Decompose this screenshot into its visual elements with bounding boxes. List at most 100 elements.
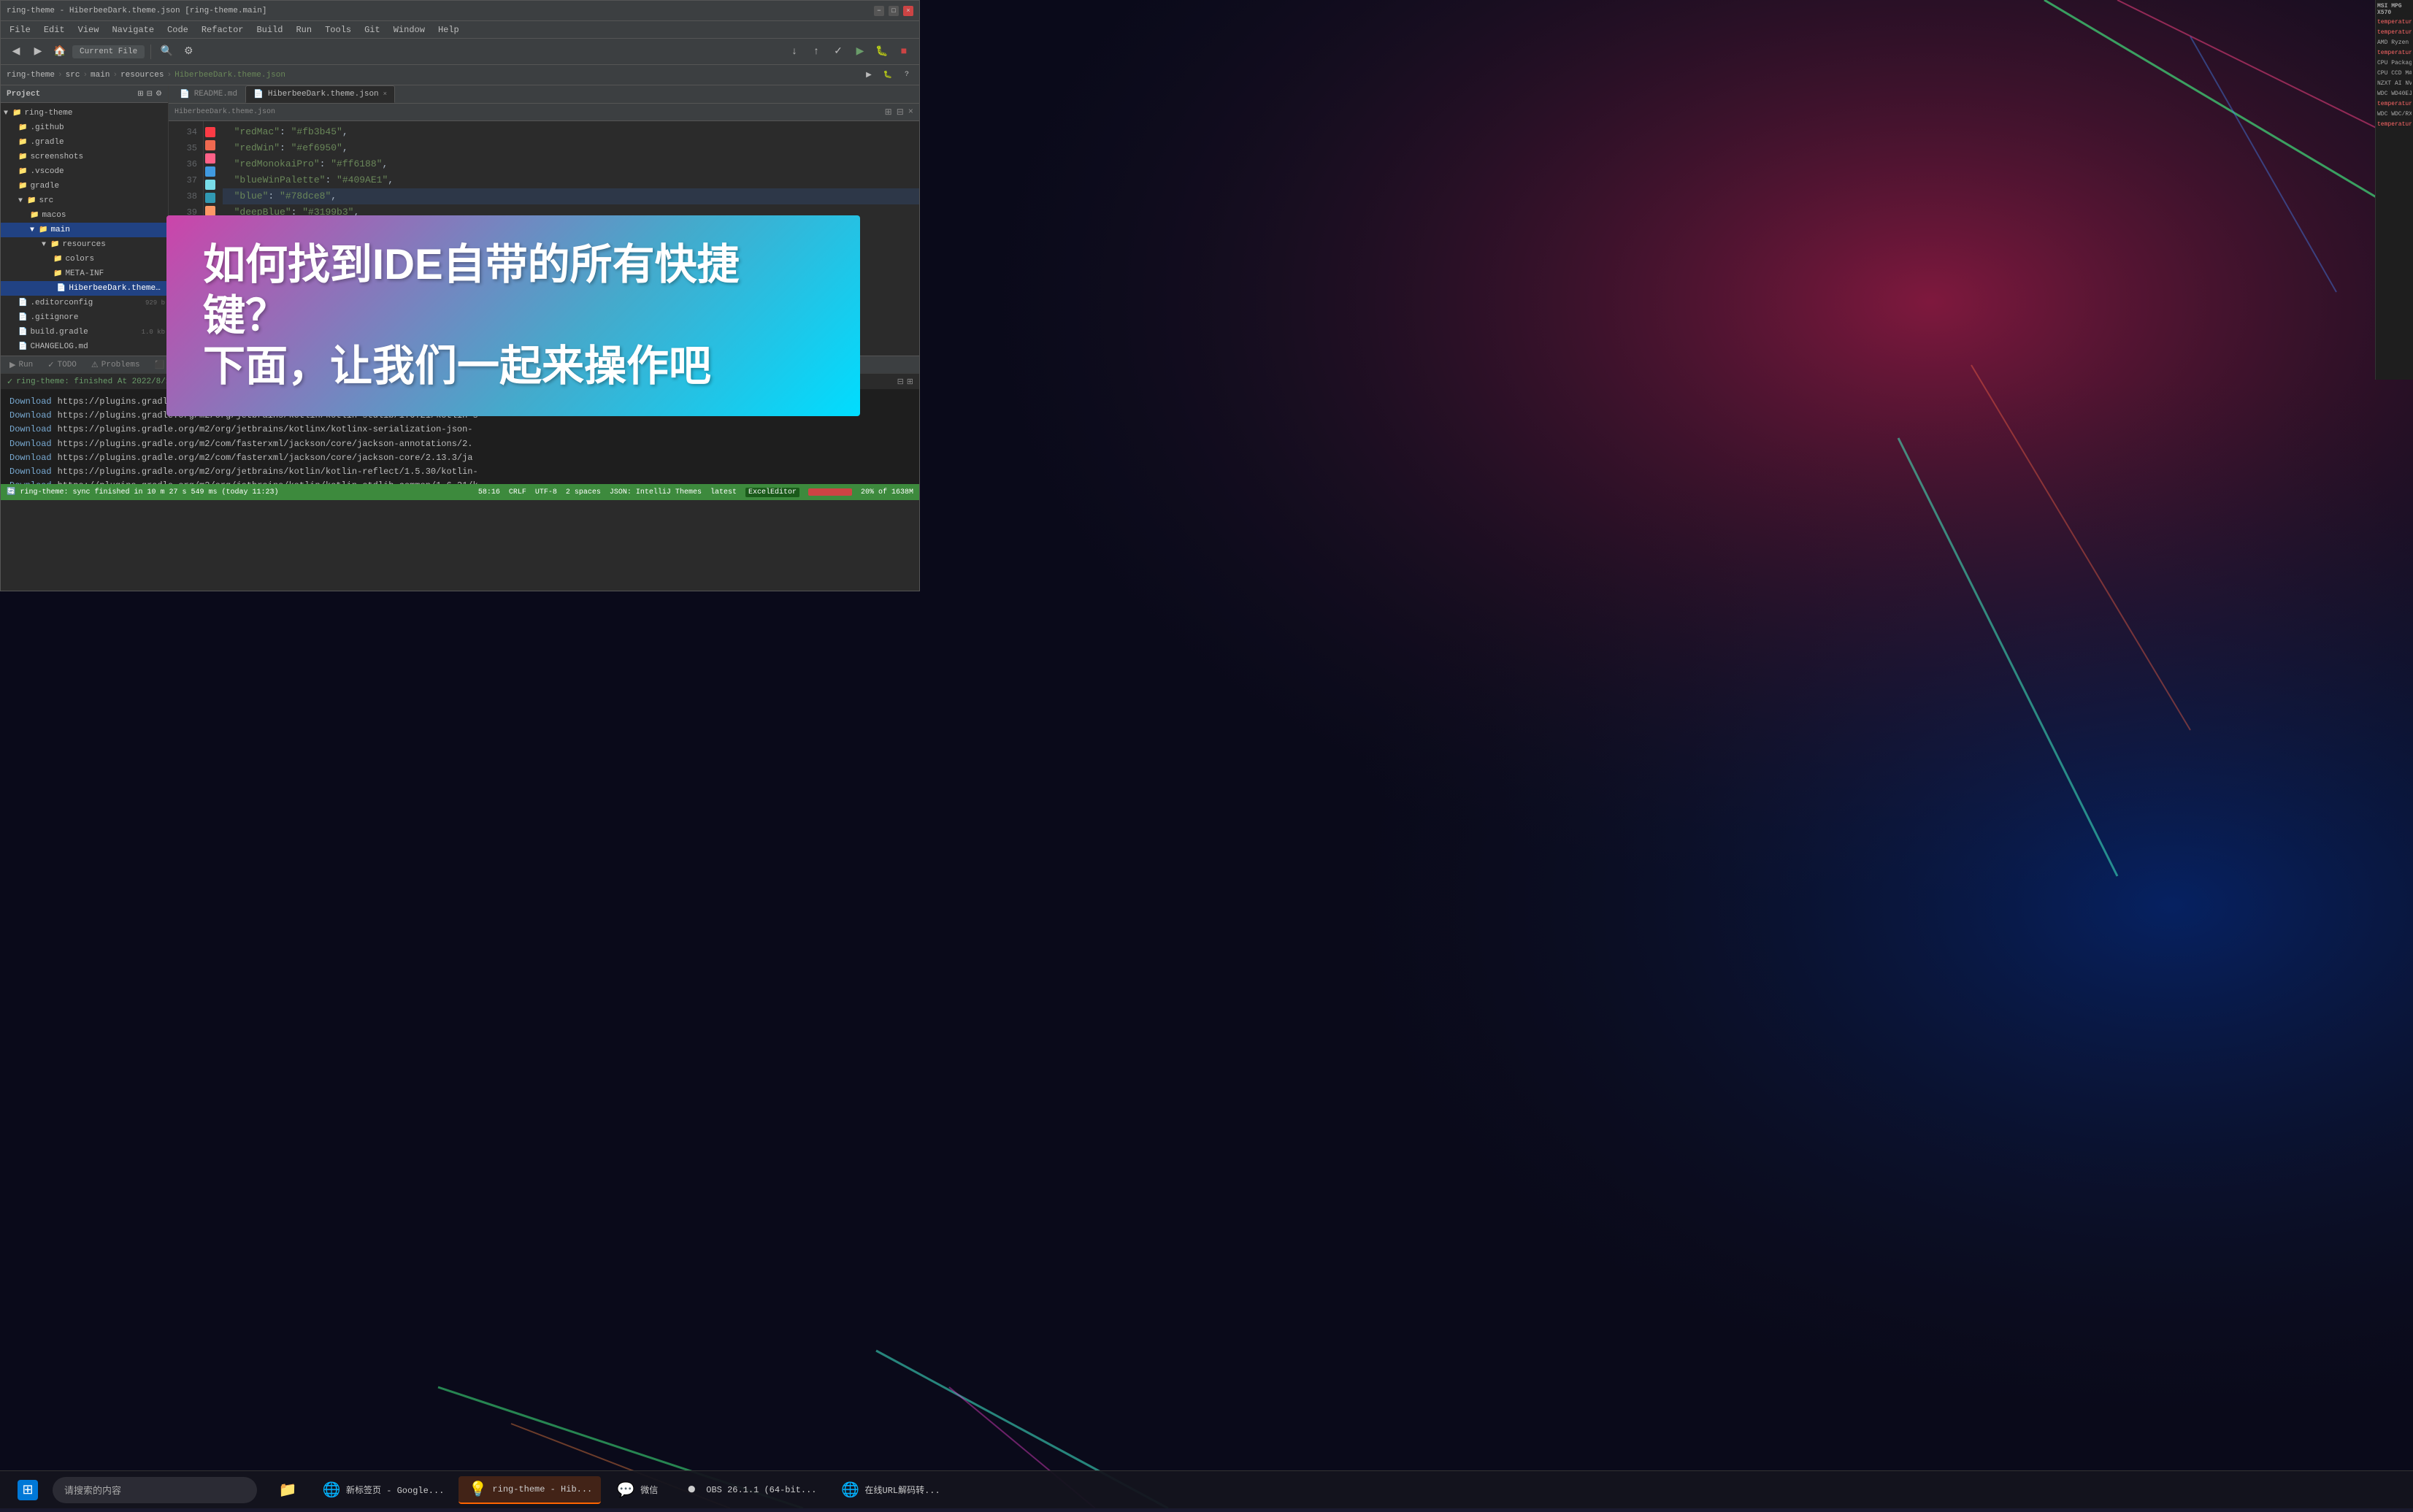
project-tree: ▼ 📁 ring-theme 📁 .github 📁 .gradle 📁 sc [1,103,168,356]
settings-button[interactable]: ⚙ [179,42,198,61]
tree-vscode[interactable]: 📁 .vscode [1,164,168,179]
settings-icon[interactable]: ⚙ [156,90,162,99]
indent: 2 spaces [566,488,601,496]
nav-src[interactable]: src [66,71,80,80]
collapse-all-icon[interactable]: ⊟ [147,90,153,99]
tree-ring-theme[interactable]: ▼ 📁 ring-theme [1,106,168,120]
tree-hiberbee-file[interactable]: 📄 HiberbeeDark.theme.json [1,281,168,296]
problems-tab[interactable]: ⚠ Problems [85,358,146,372]
nav-resources[interactable]: resources [120,71,164,80]
ide-status-bar: 🔄 ring-theme: sync finished in 10 m 27 s… [1,484,919,500]
taskbar-browser-1[interactable]: 🌐 新标签页 - Google... [312,1477,453,1503]
tree-meta-inf[interactable]: 📁 META-INF [1,266,168,281]
close-editor-icon[interactable]: × [908,107,913,118]
download-line-5: Download https://plugins.gradle.org/m2/c… [9,451,910,465]
tree-gitignore[interactable]: 📄 .gitignore [1,310,168,325]
tree-colors[interactable]: 📁 colors [1,252,168,266]
tab-readme[interactable]: 📄 README.md [172,85,245,103]
git-push-button[interactable]: ↑ [807,42,826,61]
tree-screenshots[interactable]: 📁 screenshots [1,150,168,164]
menu-navigate[interactable]: Navigate [106,23,160,37]
debug-config-button[interactable]: 🐛 [881,69,894,82]
browser-1-label: 新标签页 - Google... [346,1484,444,1496]
collapse-icon[interactable]: ⊟ [897,107,904,118]
git-commit-button[interactable]: ✓ [829,42,848,61]
download-keyword-7: Download [9,479,52,484]
tab-hiberbee[interactable]: 📄 HiberbeeDark.theme.json × [245,85,395,103]
expand-all-icon[interactable]: ⊞ [137,90,143,99]
menu-file[interactable]: File [4,23,37,37]
menu-tools[interactable]: Tools [319,23,357,37]
home-button[interactable]: 🏠 [50,42,69,61]
menu-code[interactable]: Code [161,23,194,37]
sysinfo-item-9: temperature [2377,99,2412,110]
tree-editorconfig[interactable]: 📄 .editorconfig 929 b [1,296,168,310]
taskbar-wechat[interactable]: 💬 微信 [607,1477,667,1503]
menu-run[interactable]: Run [290,23,318,37]
taskbar-ide[interactable]: 💡 ring-theme - Hib... [459,1476,601,1504]
nav-main[interactable]: main [91,71,110,80]
taskbar-search[interactable]: 请搜索的内容 [53,1477,257,1503]
taskbar-file-explorer[interactable]: 📁 [269,1477,307,1503]
tree-main[interactable]: ▼ 📁 main [1,223,168,237]
tree-gradle[interactable]: 📁 gradle [1,179,168,193]
nav-ring-theme[interactable]: ring-theme [7,71,55,80]
menu-edit[interactable]: Edit [38,23,71,37]
git-update-button[interactable]: ↓ [785,42,804,61]
download-url-7: https://plugins.gradle.org/m2/org/jetbra… [58,479,478,484]
run-config-button[interactable]: ▶ [862,69,875,82]
taskbar-obs[interactable]: ⏺ OBS 26.1.1 (64-bit... [672,1477,825,1503]
menu-help[interactable]: Help [432,23,465,37]
run-button[interactable]: ▶ [851,42,870,61]
menu-refactor[interactable]: Refactor [196,23,250,37]
todo-icon: ✓ [47,360,54,370]
menu-build[interactable]: Build [250,23,288,37]
url-decoder-icon: 🌐 [840,1480,861,1500]
nav-file[interactable]: HiberbeeDark.theme.json [174,71,285,80]
menu-view[interactable]: View [72,23,105,37]
close-button[interactable]: × [903,6,913,16]
close-tab-icon[interactable]: × [383,91,387,98]
stop-button[interactable]: ■ [894,42,913,61]
tree-changelog[interactable]: 📄 CHANGELOG.md [1,339,168,354]
coverage-button[interactable]: ? [900,69,913,82]
window-title: ring-theme - HiberbeeDark.theme.json [ri… [7,7,874,15]
terminal-expand-icon[interactable]: ⊞ [907,377,913,387]
expand-icon[interactable]: ⊞ [885,107,892,118]
start-button[interactable]: ⊞ [9,1477,47,1503]
download-keyword-1: Download [9,395,52,409]
maximize-button[interactable]: □ [889,6,899,16]
sysinfo-item-7: NZXT AI NVIDIA GEX [2377,79,2412,89]
terminal-minimize-icon[interactable]: ⊟ [897,377,904,387]
minimize-button[interactable]: − [874,6,884,16]
debug-button[interactable]: 🐛 [872,42,891,61]
tree-github[interactable]: 📁 .github [1,120,168,135]
tree-src[interactable]: ▼ 📁 src [1,193,168,208]
download-keyword-6: Download [9,465,52,479]
tree-ring-theme-label: ring-theme [24,109,72,118]
editor-tabs: 📄 README.md 📄 HiberbeeDark.theme.json × [169,85,919,104]
system-monitor: MSI MPG X570 temperature # temperature #… [2375,0,2413,380]
project-header: Project ⊞ ⊟ ⚙ [1,85,168,103]
ide-label: ring-theme - Hib... [492,1484,592,1494]
download-url-3: https://plugins.gradle.org/m2/org/jetbra… [58,423,473,437]
tree-macos[interactable]: 📁 macos [1,208,168,223]
download-keyword-2: Download [9,409,52,423]
tree-build-gradle[interactable]: 📄 build.gradle 1.0 kb [1,325,168,339]
forward-button[interactable]: ▶ [28,42,47,61]
tree-resources[interactable]: ▼ 📁 resources [1,237,168,252]
download-line-7: Download https://plugins.gradle.org/m2/o… [9,479,910,484]
download-url-6: https://plugins.gradle.org/m2/org/jetbra… [58,465,478,479]
tree-gradle-dir[interactable]: 📁 .gradle [1,135,168,150]
download-keyword-5: Download [9,451,52,465]
menu-window[interactable]: Window [388,23,431,37]
back-button[interactable]: ◀ [7,42,26,61]
taskbar-url-decoder[interactable]: 🌐 在线URL解码转... [832,1477,949,1503]
search-everywhere-button[interactable]: 🔍 [157,42,176,61]
run-tab[interactable]: ▶ Run [4,358,39,372]
menu-git[interactable]: Git [358,23,386,37]
download-line-6: Download https://plugins.gradle.org/m2/o… [9,465,910,479]
cursor-position: 58:16 [478,488,500,496]
branch-selector[interactable]: Current File [72,45,145,58]
todo-tab[interactable]: ✓ TODO [42,358,83,372]
